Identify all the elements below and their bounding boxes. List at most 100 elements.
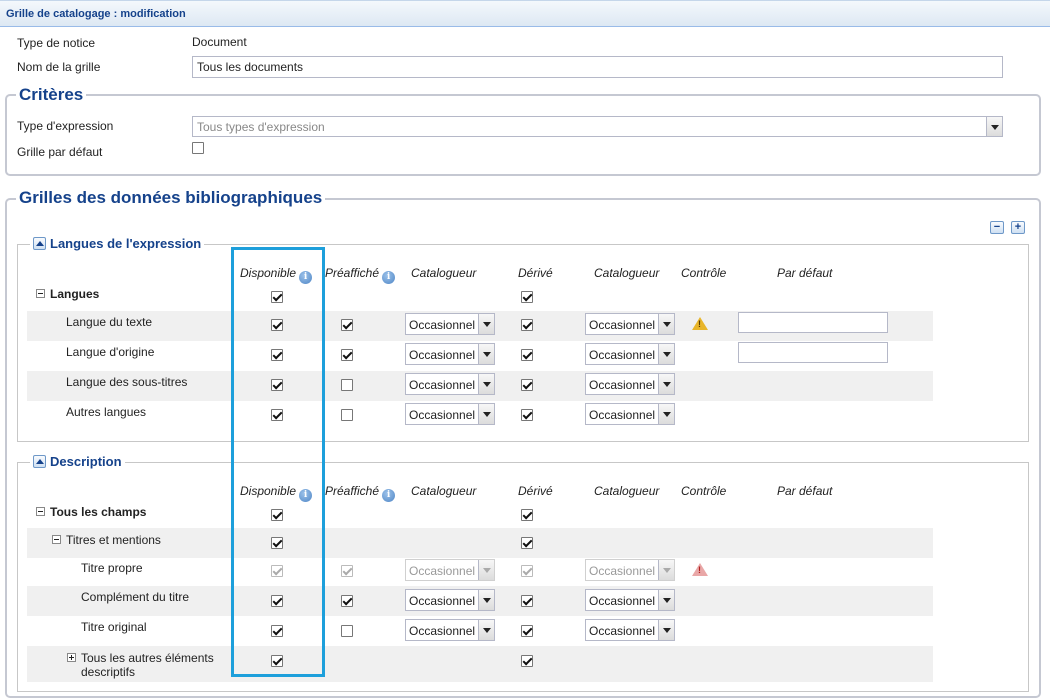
derive-checkbox[interactable] [521,409,533,421]
type-expression-select[interactable]: Tous types d'expression [192,116,1003,137]
catalogueur-select-2: Occasionnel [585,559,675,581]
select-value: Occasionnel [589,594,656,608]
error-icon [692,563,708,576]
select-value: Occasionnel [409,348,476,362]
preaffiche-checkbox[interactable] [341,379,353,391]
derive-checkbox[interactable] [521,625,533,637]
catalogueur-select-2[interactable]: Occasionnel [585,619,675,641]
preaffiche-checkbox[interactable] [341,349,353,361]
row-label: Autres langues [66,405,147,419]
derive-checkbox[interactable] [521,595,533,607]
derive-checkbox [521,565,533,577]
chevron-down-icon[interactable] [658,344,674,364]
preaffiche-checkbox[interactable] [341,319,353,331]
col-par-defaut: Par défaut [777,266,833,280]
grilles-legend: Grilles des données bibliographiques [16,188,326,208]
col-controle: Contrôle [681,266,727,280]
select-value: Occasionnel [589,624,656,638]
disponible-column-highlight [231,247,325,677]
group-row-langues: Langues [27,281,933,311]
select-value: Occasionnel [589,564,656,578]
section-description-title: Description [50,454,122,469]
derive-checkbox[interactable] [521,509,533,521]
expand-icon[interactable] [67,653,76,662]
chevron-down-icon[interactable] [658,404,674,424]
group-label-autres-elements[interactable]: Tous les autres éléments descriptifs [67,651,214,679]
chevron-down-icon[interactable] [478,314,494,334]
col-preaffiche-label: Préaffiché [325,484,380,498]
chevron-down-icon[interactable] [986,117,1002,136]
collapse-icon[interactable] [36,289,45,298]
table-row: Autres langues Occasionnel Occasionnel [27,401,933,431]
type-expression-placeholder: Tous types d'expression [197,120,325,134]
autres-label-line2: descriptifs [81,665,136,679]
subgroup-label-titres[interactable]: Titres et mentions [52,533,161,547]
chevron-down-icon[interactable] [478,344,494,364]
derive-checkbox[interactable] [521,291,533,303]
table-row: Langue du texte Occasionnel Occasionnel [27,311,933,341]
select-value: Occasionnel [409,378,476,392]
col-catalogueur-1: Catalogueur [411,266,477,280]
catalogueur-select-2[interactable]: Occasionnel [585,403,675,425]
nom-grille-input[interactable]: Tous les documents [192,56,1003,78]
catalogueur-select-2[interactable]: Occasionnel [585,343,675,365]
select-value: Occasionnel [409,408,476,422]
chevron-down-icon[interactable] [478,590,494,610]
catalogueur-select-1[interactable]: Occasionnel [405,343,495,365]
row-label: Titre propre [81,561,143,575]
grille-defaut-checkbox[interactable] [192,142,204,154]
catalogueur-select-1[interactable]: Occasionnel [405,403,495,425]
chevron-down-icon[interactable] [658,620,674,640]
catalogueur-select-2[interactable]: Occasionnel [585,373,675,395]
section-description-legend: Description [30,454,125,469]
catalogueur-select-2[interactable]: Occasionnel [585,589,675,611]
select-value: Occasionnel [589,318,656,332]
derive-checkbox[interactable] [521,379,533,391]
group-row-tous-les-champs: Tous les champs [27,499,933,529]
default-value-input[interactable] [738,342,888,363]
type-notice-label: Type de notice [17,36,96,50]
derive-checkbox[interactable] [521,319,533,331]
catalogueur-select-1[interactable]: Occasionnel [405,589,495,611]
table-row: Titre original Occasionnel Occasionnel [27,616,933,646]
catalogueur-select-1: Occasionnel [405,559,495,581]
expand-all-button[interactable]: + [1011,221,1025,234]
chevron-down-icon[interactable] [658,590,674,610]
chevron-down-icon[interactable] [478,404,494,424]
derive-checkbox[interactable] [521,349,533,361]
derive-checkbox[interactable] [521,655,533,667]
chevron-down-icon[interactable] [658,374,674,394]
row-label: Langue du texte [66,315,153,329]
chevron-down-icon [658,560,674,580]
collapse-section-icon[interactable] [33,455,46,468]
table-row: Langue d'origine Occasionnel Occasionnel [27,341,933,371]
chevron-down-icon[interactable] [478,374,494,394]
catalogueur-select-2[interactable]: Occasionnel [585,313,675,335]
autres-label-line1: Tous les autres éléments [81,651,214,665]
collapse-all-button[interactable]: − [990,221,1004,234]
select-value: Occasionnel [589,408,656,422]
preaffiche-checkbox[interactable] [341,625,353,637]
preaffiche-checkbox[interactable] [341,409,353,421]
default-value-input[interactable] [738,312,888,333]
group-label-tous-les-champs[interactable]: Tous les champs [36,505,146,519]
chevron-down-icon[interactable] [658,314,674,334]
chevron-down-icon[interactable] [478,620,494,640]
row-label: Langue d'origine [66,345,155,359]
group-label-text: Tous les champs [50,505,147,519]
collapse-icon[interactable] [52,535,61,544]
group-label-langues[interactable]: Langues [36,287,99,301]
catalogueur-select-1[interactable]: Occasionnel [405,313,495,335]
catalogueur-select-1[interactable]: Occasionnel [405,373,495,395]
table-row: Langue des sous-titres Occasionnel Occas… [27,371,933,401]
row-label: Complément du titre [81,590,190,604]
catalogueur-select-1[interactable]: Occasionnel [405,619,495,641]
preaffiche-checkbox[interactable] [341,595,353,607]
col-catalogueur-1: Catalogueur [411,484,477,498]
group-row-autres-elements: Tous les autres éléments descriptifs [27,646,933,682]
type-notice-value: Document [192,35,247,49]
collapse-icon[interactable] [36,507,45,516]
collapse-section-icon[interactable] [33,237,46,250]
col-par-defaut: Par défaut [777,484,833,498]
derive-checkbox[interactable] [521,537,533,549]
